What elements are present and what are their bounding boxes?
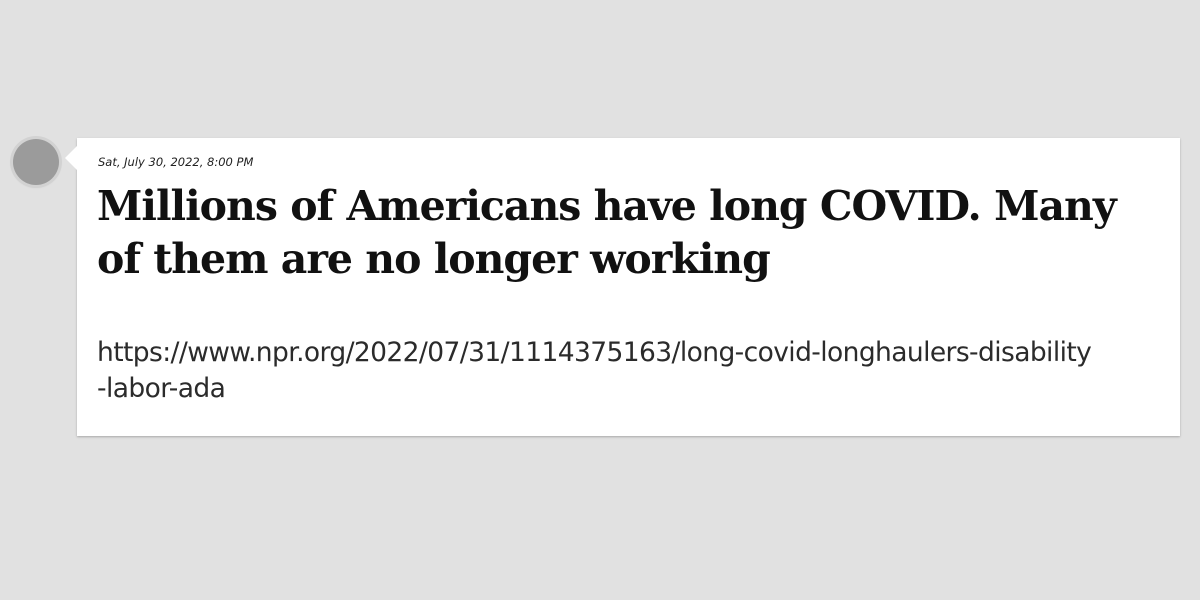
post-timestamp: Sat, July 30, 2022, 8:00 PM — [98, 155, 254, 169]
post-headline: Millions of Americans have long COVID. M… — [97, 182, 1117, 283]
card-pointer — [65, 146, 77, 170]
post-card: Sat, July 30, 2022, 8:00 PM Millions of … — [65, 138, 1180, 436]
timeline-marker — [13, 139, 59, 185]
post-link[interactable]: https://www.npr.org/2022/07/31/111437516… — [97, 335, 1097, 407]
